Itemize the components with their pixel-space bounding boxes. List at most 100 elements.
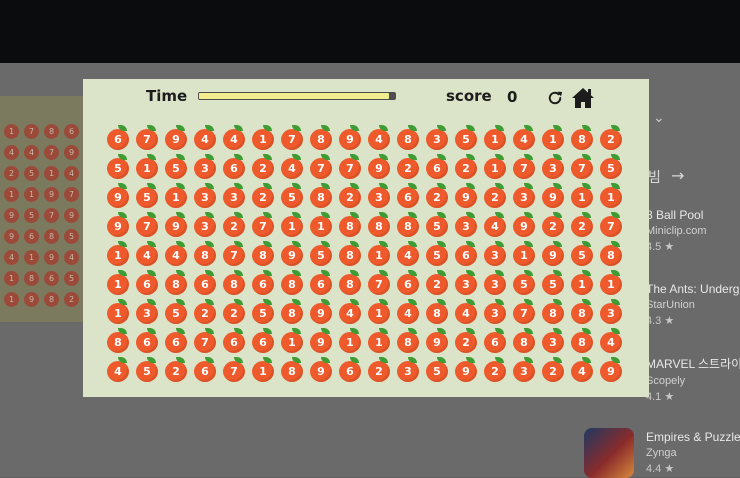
app-list-item[interactable]: 8 Ball Pool Miniclip.com 4.5 ★ [646, 208, 707, 253]
restart-icon[interactable] [546, 89, 564, 107]
apple-tile[interactable]: 5 [597, 152, 626, 181]
apple-tile[interactable]: 3 [452, 210, 481, 239]
apple-tile[interactable]: 6 [307, 268, 336, 297]
apple-tile[interactable]: 9 [452, 181, 481, 210]
apple-tile[interactable]: 3 [191, 210, 220, 239]
apple-tile[interactable]: 9 [104, 181, 133, 210]
apple-tile[interactable]: 6 [394, 268, 423, 297]
apple-tile[interactable]: 1 [365, 239, 394, 268]
apple-tile[interactable]: 7 [336, 152, 365, 181]
apple-tile[interactable]: 1 [307, 210, 336, 239]
apple-tile[interactable]: 2 [539, 210, 568, 239]
apple-tile[interactable]: 9 [307, 355, 336, 384]
apple-tile[interactable]: 8 [568, 123, 597, 152]
apple-tile[interactable]: 5 [278, 181, 307, 210]
apple-tile[interactable]: 5 [510, 268, 539, 297]
apple-tile[interactable]: 1 [104, 239, 133, 268]
apple-tile[interactable]: 1 [539, 123, 568, 152]
apple-tile[interactable]: 1 [104, 268, 133, 297]
apple-tile[interactable]: 3 [510, 355, 539, 384]
apple-tile[interactable]: 6 [249, 326, 278, 355]
apple-tile[interactable]: 5 [307, 239, 336, 268]
apple-tile[interactable]: 4 [481, 210, 510, 239]
apple-tile[interactable]: 5 [133, 355, 162, 384]
apple-tile[interactable]: 8 [394, 210, 423, 239]
apple-tile[interactable]: 6 [133, 268, 162, 297]
apple-tile[interactable]: 8 [336, 210, 365, 239]
apple-tile[interactable]: 4 [452, 297, 481, 326]
apple-tile[interactable]: 4 [394, 239, 423, 268]
apple-tile[interactable]: 3 [481, 239, 510, 268]
apple-tile[interactable]: 7 [249, 210, 278, 239]
apple-tile[interactable]: 9 [539, 239, 568, 268]
apple-tile[interactable]: 5 [104, 152, 133, 181]
apple-tile[interactable]: 5 [539, 268, 568, 297]
apple-tile[interactable]: 6 [162, 326, 191, 355]
apple-tile[interactable]: 9 [336, 123, 365, 152]
home-icon[interactable] [571, 87, 595, 109]
apple-tile[interactable]: 7 [191, 326, 220, 355]
apple-tile[interactable]: 2 [365, 355, 394, 384]
apple-tile[interactable]: 5 [133, 181, 162, 210]
apple-tile[interactable]: 2 [220, 210, 249, 239]
apple-tile[interactable]: 4 [191, 123, 220, 152]
apple-tile[interactable]: 7 [278, 123, 307, 152]
apple-tile[interactable]: 8 [249, 239, 278, 268]
apple-tile[interactable]: 5 [162, 152, 191, 181]
apple-tile[interactable]: 9 [104, 210, 133, 239]
apple-tile[interactable]: 2 [394, 152, 423, 181]
apple-tile[interactable]: 8 [307, 181, 336, 210]
apple-tile[interactable]: 5 [162, 297, 191, 326]
apple-tile[interactable]: 2 [481, 181, 510, 210]
apple-tile[interactable]: 6 [220, 326, 249, 355]
apple-tile[interactable]: 8 [278, 297, 307, 326]
apple-tile[interactable]: 1 [365, 326, 394, 355]
apple-tile[interactable]: 5 [452, 123, 481, 152]
apple-tile[interactable]: 3 [539, 326, 568, 355]
apple-tile[interactable]: 1 [597, 268, 626, 297]
apple-tile[interactable]: 9 [452, 355, 481, 384]
apple-tile[interactable]: 8 [394, 326, 423, 355]
apple-tile[interactable]: 4 [278, 152, 307, 181]
apple-tile[interactable]: 1 [249, 355, 278, 384]
apple-tile[interactable]: 6 [452, 239, 481, 268]
apple-tile[interactable]: 5 [568, 239, 597, 268]
apple-tile[interactable]: 9 [423, 326, 452, 355]
apple-tile[interactable]: 5 [423, 239, 452, 268]
apple-tile[interactable]: 3 [220, 181, 249, 210]
apple-tile[interactable]: 1 [278, 210, 307, 239]
apple-tile[interactable]: 7 [307, 152, 336, 181]
apple-tile[interactable]: 3 [481, 297, 510, 326]
apple-tile[interactable]: 2 [336, 181, 365, 210]
apple-tile[interactable]: 8 [597, 239, 626, 268]
apple-tile[interactable]: 2 [162, 355, 191, 384]
apple-tile[interactable]: 1 [133, 152, 162, 181]
apple-tile[interactable]: 3 [191, 152, 220, 181]
apple-tile[interactable]: 1 [278, 326, 307, 355]
apple-tile[interactable]: 3 [191, 181, 220, 210]
apple-tile[interactable]: 4 [104, 355, 133, 384]
apple-tile[interactable]: 1 [336, 326, 365, 355]
apple-tile[interactable]: 9 [162, 123, 191, 152]
apple-tile[interactable]: 7 [133, 210, 162, 239]
apple-tile[interactable]: 8 [220, 268, 249, 297]
apple-tile[interactable]: 8 [191, 239, 220, 268]
apple-tile[interactable]: 6 [423, 152, 452, 181]
apple-tile[interactable]: 6 [249, 268, 278, 297]
apple-tile[interactable]: 6 [481, 326, 510, 355]
apple-tile[interactable]: 2 [220, 297, 249, 326]
apple-tile[interactable]: 8 [162, 268, 191, 297]
apple-tile[interactable]: 4 [220, 123, 249, 152]
apple-tile[interactable]: 8 [539, 297, 568, 326]
apple-tile[interactable]: 8 [568, 326, 597, 355]
apple-tile[interactable]: 4 [162, 239, 191, 268]
apple-tile[interactable]: 8 [394, 123, 423, 152]
apple-tile[interactable]: 4 [336, 297, 365, 326]
apple-tile[interactable]: 8 [568, 297, 597, 326]
apple-tile[interactable]: 8 [278, 355, 307, 384]
apple-tile[interactable]: 7 [133, 123, 162, 152]
apple-tile[interactable]: 1 [249, 123, 278, 152]
apple-tile[interactable]: 2 [597, 123, 626, 152]
apple-tile[interactable]: 6 [191, 355, 220, 384]
apple-tile[interactable]: 7 [597, 210, 626, 239]
